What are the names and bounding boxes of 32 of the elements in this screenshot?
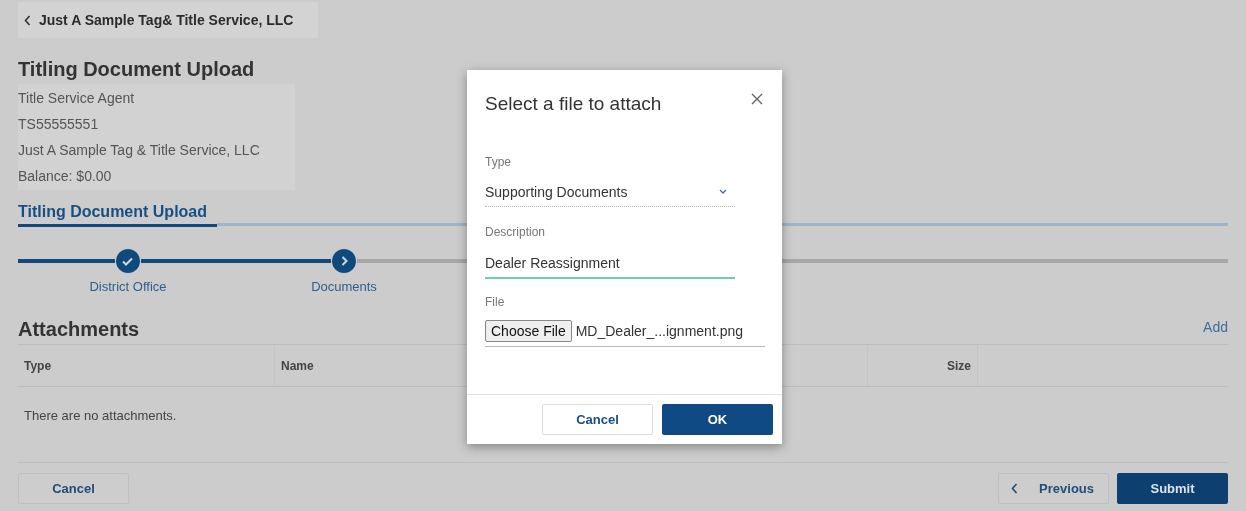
- choose-file-button[interactable]: Choose File: [485, 320, 572, 342]
- column-header: Type: [24, 357, 52, 375]
- section-tab[interactable]: Titling Document Upload: [18, 200, 217, 227]
- description-input[interactable]: Dealer Reassignment: [485, 248, 735, 279]
- chevron-left-icon: [1011, 483, 1018, 494]
- field-label: Description: [485, 223, 546, 241]
- field-label: Type: [485, 153, 511, 171]
- close-button[interactable]: [750, 92, 764, 106]
- dialog-title: Select a file to attach: [485, 92, 662, 116]
- previous-button[interactable]: Previous: [998, 473, 1109, 504]
- chevron-down-icon: [719, 189, 727, 195]
- dialog-cancel-button[interactable]: Cancel: [542, 404, 653, 435]
- file-input[interactable]: Choose File MD_Dealer_...ignment.png: [485, 318, 765, 347]
- ok-button[interactable]: OK: [662, 404, 773, 435]
- submit-button[interactable]: Submit: [1117, 473, 1228, 504]
- cancel-button[interactable]: Cancel: [18, 473, 129, 504]
- account-info-text: Just A Sample Tag & Title Service, LLC: [18, 141, 260, 160]
- type-dropdown[interactable]: Supporting Documents: [485, 178, 735, 207]
- attachments-heading: Attachments: [18, 317, 140, 342]
- field-label: File: [485, 293, 505, 311]
- empty-message: There are no attachments.: [24, 408, 177, 423]
- account-info-text: Balance: $0.00: [18, 167, 112, 186]
- step-label: District Office: [89, 278, 167, 297]
- file-name: MD_Dealer_...ignment.png: [575, 321, 743, 341]
- step-label: Documents: [311, 278, 377, 297]
- page-title: Titling Document Upload: [18, 57, 255, 82]
- back-link[interactable]: Just A Sample Tag& Title Service, LLC: [18, 2, 318, 38]
- account-info-text: Title Service Agent: [18, 89, 135, 108]
- chevron-left-icon: [24, 14, 31, 26]
- column-header: Name: [281, 357, 314, 375]
- account-info-text: TS55555551: [18, 115, 99, 134]
- column-header: Size: [947, 357, 971, 375]
